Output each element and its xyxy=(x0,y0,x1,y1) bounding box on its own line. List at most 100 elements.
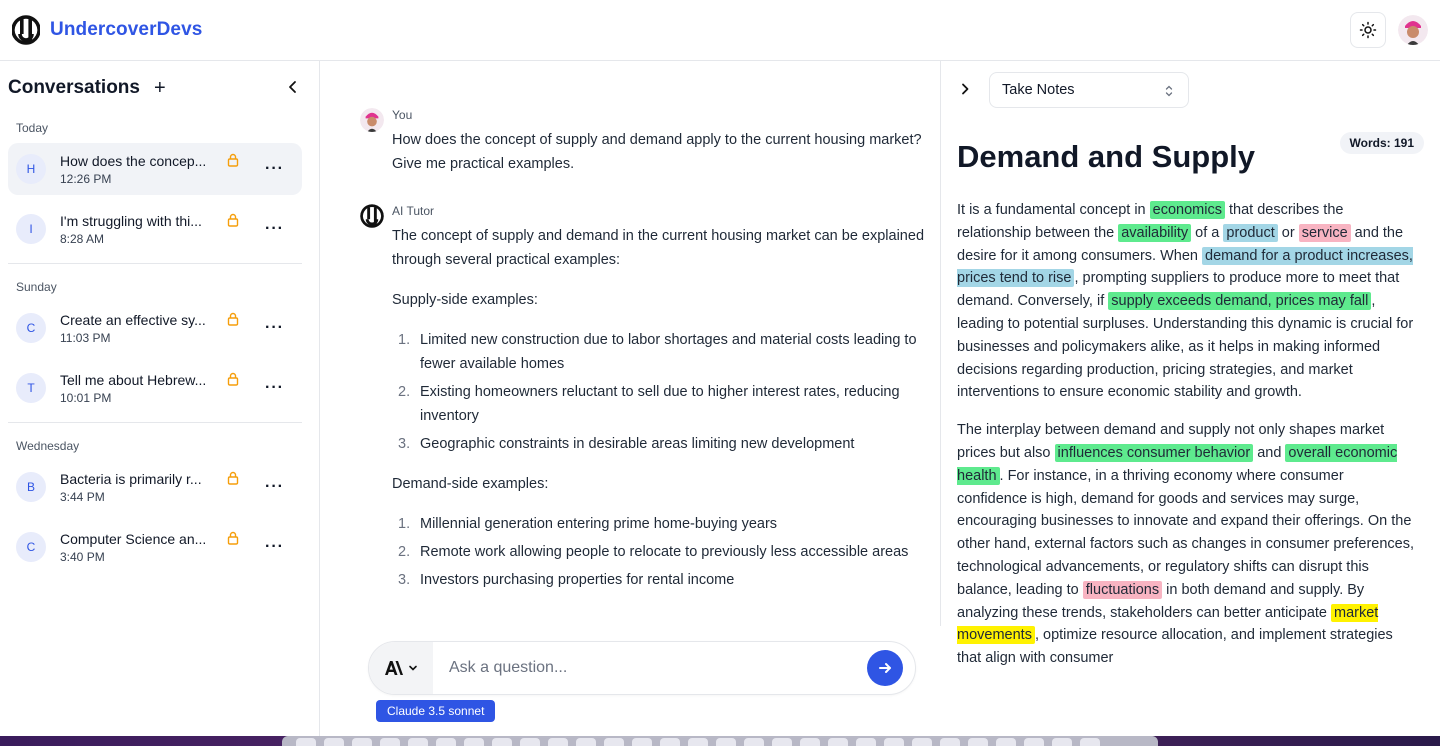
dock-app-icon[interactable] xyxy=(576,738,596,746)
conversation-item[interactable]: C Computer Science an... 3:40 PM ··· xyxy=(8,521,302,573)
dock-app-icon[interactable] xyxy=(352,738,372,746)
tutor-message: AI Tutor The concept of supply and deman… xyxy=(360,204,930,608)
tutor-avatar xyxy=(360,204,384,228)
notes-panel: Take Notes Words: 191 Demand and Supply … xyxy=(940,61,1440,746)
dock-app-icon[interactable] xyxy=(464,738,484,746)
conversation-item[interactable]: C Create an effective sy... 11:03 PM ··· xyxy=(8,302,302,354)
list-item: 3. Investors purchasing properties for re… xyxy=(398,572,735,588)
message-author: You xyxy=(392,108,413,122)
more-options-icon[interactable]: ··· xyxy=(265,539,284,555)
undercoverdevs-logo-icon xyxy=(360,204,384,228)
chevron-left-icon[interactable] xyxy=(285,79,301,95)
conversation-item[interactable]: I I'm struggling with thi... 8:28 AM ··· xyxy=(8,203,302,255)
list-item: 3. Geographic constraints in desirable ar… xyxy=(398,436,855,452)
conversation-item[interactable]: T Tell me about Hebrew... 10:01 PM ··· xyxy=(8,362,302,414)
dock-app-icon[interactable] xyxy=(744,738,764,746)
word-count-badge: Words: 191 xyxy=(1339,132,1424,154)
highlight-blue[interactable]: product xyxy=(1223,223,1278,242)
group-label-today: Today xyxy=(16,121,49,135)
dock-app-icon[interactable] xyxy=(716,738,736,746)
dock-app-icon[interactable] xyxy=(940,738,960,746)
dock-app-icon[interactable] xyxy=(436,738,456,746)
more-options-icon[interactable]: ··· xyxy=(265,479,284,495)
dock-app-icon[interactable] xyxy=(296,738,316,746)
dock-app-icon[interactable] xyxy=(324,738,344,746)
sun-icon xyxy=(1359,21,1377,39)
notes-mode-value: Take Notes xyxy=(1002,82,1075,98)
sidebar-header: Conversations + xyxy=(0,61,319,115)
divider xyxy=(8,263,302,264)
conversation-avatar: C xyxy=(16,313,46,343)
highlight-green[interactable]: economics xyxy=(1149,201,1225,219)
conversation-avatar: I xyxy=(16,214,46,244)
dock-app-icon[interactable] xyxy=(492,738,512,746)
dock-app-icon[interactable] xyxy=(380,738,400,746)
send-button[interactable] xyxy=(867,650,903,686)
brand-name[interactable]: UndercoverDevs xyxy=(50,19,202,41)
sidebar-title: Conversations xyxy=(8,77,140,98)
more-options-icon[interactable]: ··· xyxy=(265,380,284,396)
dock-app-icon[interactable] xyxy=(408,738,428,746)
notes-mode-select[interactable]: Take Notes xyxy=(989,72,1189,108)
dock-app-icon[interactable] xyxy=(856,738,876,746)
conversation-avatar: B xyxy=(16,472,46,502)
conversation-title: Bacteria is primarily r... xyxy=(60,470,202,487)
list-item: 1. Millennial generation entering prime h… xyxy=(398,516,778,532)
theme-toggle-button[interactable] xyxy=(1350,12,1386,48)
undercoverdevs-logo-icon[interactable] xyxy=(12,15,40,45)
dock-app-icon[interactable] xyxy=(688,738,708,746)
lock-icon xyxy=(227,213,239,227)
ask-question-input[interactable] xyxy=(433,659,867,677)
dock-app-icon[interactable] xyxy=(660,738,680,746)
more-options-icon[interactable]: ··· xyxy=(265,221,284,237)
dock-app-icon[interactable] xyxy=(632,738,652,746)
highlight-pink[interactable]: fluctuations xyxy=(1082,580,1163,599)
notes-title[interactable]: Demand and Supply xyxy=(957,139,1255,175)
conversation-title: I'm struggling with thi... xyxy=(60,212,202,229)
new-conversation-button[interactable]: + xyxy=(154,78,166,98)
chat-panel: You How does the concept of supply and d… xyxy=(320,61,940,746)
supply-heading: Supply-side examples: xyxy=(392,292,538,308)
conversation-avatar: C xyxy=(16,532,46,562)
more-options-icon[interactable]: ··· xyxy=(265,161,284,177)
dock-app-icon[interactable] xyxy=(968,738,988,746)
highlight-green[interactable]: supply exceeds demand, prices may fall xyxy=(1108,292,1372,311)
highlight-green[interactable]: influences consumer behavior xyxy=(1054,443,1254,462)
lock-icon xyxy=(227,153,239,167)
conversation-time: 10:01 PM xyxy=(60,390,112,405)
highlight-pink[interactable]: service xyxy=(1298,223,1351,242)
chevron-right-icon[interactable] xyxy=(958,82,972,96)
notes-paragraph: The interplay between demand and supply … xyxy=(957,422,1415,667)
dock-app-icon[interactable] xyxy=(912,738,932,746)
conversation-time: 8:28 AM xyxy=(60,231,105,246)
dock-app-icon[interactable] xyxy=(828,738,848,746)
conversation-time: 12:26 PM xyxy=(60,171,112,186)
conversation-title: Tell me about Hebrew... xyxy=(60,371,207,388)
dock-app-icon[interactable] xyxy=(520,738,540,746)
model-selector-button[interactable] xyxy=(369,642,433,694)
question-input-bar xyxy=(368,641,916,695)
arrow-right-icon xyxy=(879,663,891,673)
dock-app-icon[interactable] xyxy=(1024,738,1044,746)
dock-app-icon[interactable] xyxy=(884,738,904,746)
list-item: 2. Remote work allowing people to relocat… xyxy=(398,544,909,560)
conversation-item[interactable]: B Bacteria is primarily r... 3:44 PM ··· xyxy=(8,461,302,513)
more-options-icon[interactable]: ··· xyxy=(265,320,284,336)
notes-editor[interactable]: It is a fundamental concept in economics… xyxy=(957,199,1417,685)
dock-app-icon[interactable] xyxy=(996,738,1016,746)
lock-icon xyxy=(227,531,239,545)
lock-icon xyxy=(227,372,239,386)
dock-app-icon[interactable] xyxy=(548,738,568,746)
message-text: How does the concept of supply and deman… xyxy=(392,132,922,172)
conversation-item[interactable]: H How does the concep... 12:26 PM ··· xyxy=(8,143,302,195)
app-header: UndercoverDevs xyxy=(0,0,1440,61)
highlight-green[interactable]: availability xyxy=(1118,223,1192,242)
conversation-time: 3:40 PM xyxy=(60,549,105,564)
dock-app-icon[interactable] xyxy=(604,738,624,746)
header-actions xyxy=(1350,12,1428,48)
dock-app-icon[interactable] xyxy=(800,738,820,746)
dock-app-icon[interactable] xyxy=(772,738,792,746)
dock-app-icon[interactable] xyxy=(1052,738,1072,746)
user-avatar[interactable] xyxy=(1398,15,1428,45)
dock-app-icon[interactable] xyxy=(1080,738,1100,746)
